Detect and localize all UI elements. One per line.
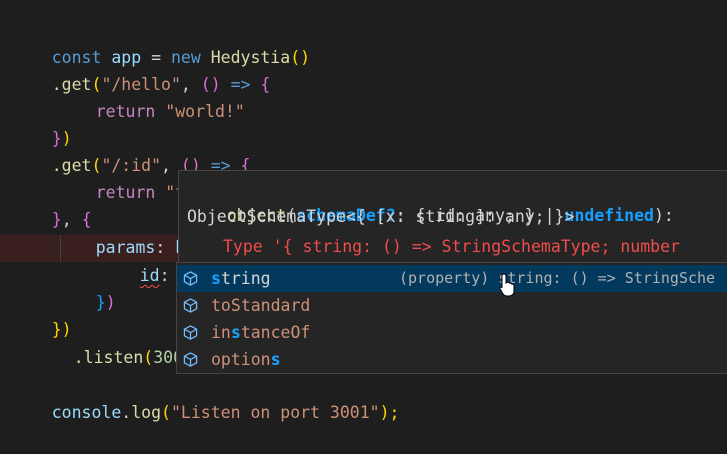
code-line-2: .get("/hello", () => { (51, 75, 271, 94)
suggest-item-string[interactable]: string (property) string: () => StringSc… (177, 265, 727, 292)
suggest-item-tostandard[interactable]: toStandard (177, 292, 727, 319)
suggest-item-instanceof[interactable]: instanceOf (177, 319, 727, 346)
error-message: Type '{ string: () => StringSchemaType; … (223, 237, 680, 256)
suggest-label: instanceOf (211, 323, 311, 342)
cube-icon (183, 298, 198, 313)
code-line-4: }) (51, 129, 72, 148)
suggest-detail: (property) string: () => StringSche (399, 269, 716, 287)
code-line-5: .get("/:id", () => { (51, 156, 251, 175)
code-line-3: return "world!" (95, 102, 245, 121)
code-line-10: }) (95, 293, 116, 312)
code-line-11: }) (51, 320, 72, 339)
signature-help-widget: object(schemaDef?: { id: any; } | undefi… (178, 170, 727, 266)
code-line-1: const app = new Hedystia() (51, 48, 311, 67)
mouse-pointer-icon (499, 273, 515, 297)
code-line-7: }, { (51, 210, 92, 229)
suggest-label: options (211, 350, 281, 369)
cube-icon (183, 352, 198, 367)
suggest-widget[interactable]: string (property) string: () => StringSc… (176, 262, 727, 374)
signature-line-1: object(schemaDef?: { id: any; } | undefi… (226, 206, 674, 225)
suggest-label: string (211, 269, 271, 288)
suggest-label: toStandard (211, 296, 311, 315)
cube-icon (183, 271, 198, 286)
suggest-item-options[interactable]: options (177, 346, 727, 373)
signature-line-2: ObjectSchemaType<{ [x: string]: any; }> (187, 207, 575, 226)
cube-icon (183, 325, 198, 340)
